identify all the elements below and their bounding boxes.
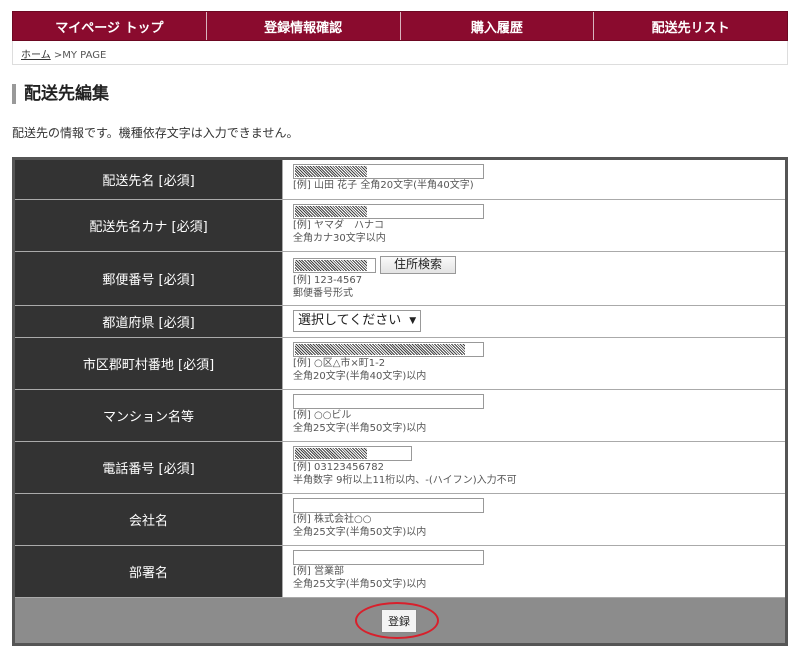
phone-cell: [例] 03123456782 半角数字 9桁以上11桁以内、-(ハイフン)入力… — [283, 442, 785, 493]
register-button[interactable]: 登録 — [381, 609, 417, 633]
city-label: 市区郡町村番地 [必須] — [15, 338, 283, 389]
row-kana: 配送先名カナ [必須] [例] ヤマダ ハナコ 全角カナ30文字以内 — [15, 200, 785, 252]
masked-value — [295, 206, 367, 217]
prefecture-cell: 選択してください ▼ — [283, 306, 785, 337]
form-footer: 登録 — [15, 598, 785, 643]
name-example: [例] 山田 花子 全角20文字(半角40文字) — [293, 180, 474, 191]
top-nav: マイページ トップ 登録情報確認 購入履歴 配送先リスト — [12, 11, 788, 41]
nav-shipping-list[interactable]: 配送先リスト — [594, 12, 787, 40]
row-phone: 電話番号 [必須] [例] 03123456782 半角数字 9桁以上11桁以内… — [15, 442, 785, 494]
masked-value — [295, 166, 367, 177]
company-label: 会社名 — [15, 494, 283, 545]
company-note: 全角25文字(半角50文字)以内 — [293, 527, 427, 538]
department-example: [例] 営業部 — [293, 566, 344, 577]
name-label: 配送先名 [必須] — [15, 160, 283, 199]
kana-cell: [例] ヤマダ ハナコ 全角カナ30文字以内 — [283, 200, 785, 251]
name-cell: [例] 山田 花子 全角20文字(半角40文字) — [283, 160, 785, 199]
masked-value — [295, 259, 367, 271]
nav-mypage-top[interactable]: マイページ トップ — [13, 12, 207, 40]
breadcrumb: ホーム >MY PAGE — [12, 41, 788, 65]
zip-label: 郵便番号 [必須] — [15, 252, 283, 305]
department-input[interactable] — [293, 550, 484, 565]
phone-example: [例] 03123456782 — [293, 462, 384, 473]
phone-input[interactable] — [293, 446, 412, 461]
prefecture-label: 都道府県 [必須] — [15, 306, 283, 337]
company-input[interactable] — [293, 498, 484, 513]
nav-registration-info[interactable]: 登録情報確認 — [207, 12, 401, 40]
department-cell: [例] 営業部 全角25文字(半角50文字)以内 — [283, 546, 785, 597]
kana-label: 配送先名カナ [必須] — [15, 200, 283, 251]
shipping-form: 配送先名 [必須] [例] 山田 花子 全角20文字(半角40文字) 配送先名カ… — [12, 157, 788, 646]
masked-value — [295, 344, 465, 355]
breadcrumb-home-link[interactable]: ホーム — [21, 50, 51, 61]
city-cell: [例] ○区△市×町1-2 全角20文字(半角40文字)以内 — [283, 338, 785, 389]
row-zip: 郵便番号 [必須] 住所検索 [例] 123-4567 郵便番号形式 — [15, 252, 785, 306]
building-input[interactable] — [293, 394, 484, 409]
city-note: 全角20文字(半角40文字)以内 — [293, 371, 427, 382]
building-example: [例] ○○ビル — [293, 410, 352, 421]
zip-input[interactable] — [293, 257, 376, 273]
row-building: マンション名等 [例] ○○ビル 全角25文字(半角50文字)以内 — [15, 390, 785, 442]
phone-label: 電話番号 [必須] — [15, 442, 283, 493]
building-cell: [例] ○○ビル 全角25文字(半角50文字)以内 — [283, 390, 785, 441]
city-input[interactable] — [293, 342, 484, 357]
kana-note: 全角カナ30文字以内 — [293, 233, 386, 244]
row-prefecture: 都道府県 [必須] 選択してください ▼ — [15, 306, 785, 338]
building-note: 全角25文字(半角50文字)以内 — [293, 423, 427, 434]
row-name: 配送先名 [必須] [例] 山田 花子 全角20文字(半角40文字) — [15, 160, 785, 200]
zip-note: 郵便番号形式 — [293, 288, 353, 299]
building-label: マンション名等 — [15, 390, 283, 441]
breadcrumb-current: >MY PAGE — [50, 50, 107, 61]
zip-cell: 住所検索 [例] 123-4567 郵便番号形式 — [283, 252, 785, 305]
row-city: 市区郡町村番地 [必須] [例] ○区△市×町1-2 全角20文字(半角40文字… — [15, 338, 785, 390]
row-company: 会社名 [例] 株式会社○○ 全角25文字(半角50文字)以内 — [15, 494, 785, 546]
dropdown-arrow-icon: ▼ — [409, 316, 417, 326]
kana-example: [例] ヤマダ ハナコ — [293, 220, 384, 231]
department-note: 全角25文字(半角50文字)以内 — [293, 579, 427, 590]
prefecture-select[interactable]: 選択してください ▼ — [293, 310, 422, 332]
name-input[interactable] — [293, 164, 484, 179]
nav-purchase-history[interactable]: 購入履歴 — [401, 12, 595, 40]
company-cell: [例] 株式会社○○ 全角25文字(半角50文字)以内 — [283, 494, 785, 545]
masked-value — [295, 448, 367, 459]
address-search-button[interactable]: 住所検索 — [380, 256, 457, 274]
company-example: [例] 株式会社○○ — [293, 514, 372, 525]
kana-input[interactable] — [293, 204, 484, 219]
page-title: 配送先編集 — [12, 84, 109, 104]
phone-note: 半角数字 9桁以上11桁以内、-(ハイフン)入力不可 — [293, 475, 517, 486]
department-label: 部署名 — [15, 546, 283, 597]
city-example: [例] ○区△市×町1-2 — [293, 358, 386, 369]
prefecture-selected-value: 選択してください — [298, 313, 402, 328]
zip-example: [例] 123-4567 — [293, 275, 363, 286]
row-department: 部署名 [例] 営業部 全角25文字(半角50文字)以内 — [15, 546, 785, 598]
intro-text: 配送先の情報です。機種依存文字は入力できません。 — [12, 126, 299, 140]
